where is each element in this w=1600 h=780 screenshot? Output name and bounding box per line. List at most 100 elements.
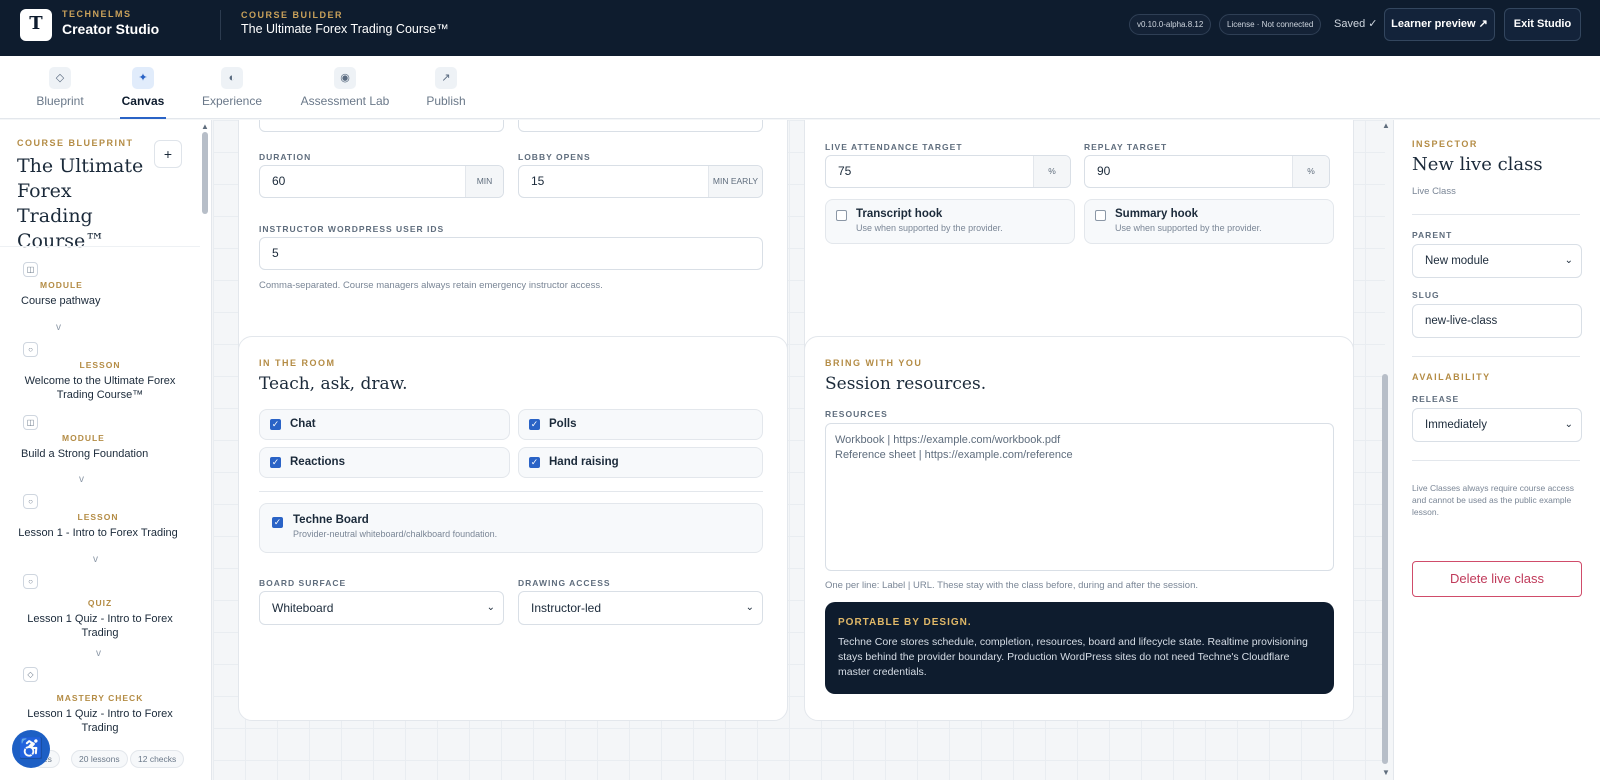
chat-label: Chat [290,418,316,430]
version-badge: v0.10.0-alpha.8.12 [1129,14,1212,35]
inspector-eyebrow: INSPECTOR [1412,139,1478,149]
chat-option[interactable]: ✓ Chat [259,409,510,440]
learner-preview-button[interactable]: Learner preview ↗ [1384,8,1495,41]
sidebar-scrollbar[interactable] [202,132,208,214]
tab-publish[interactable]: ↗ Publish [424,56,468,119]
saved-status: Saved ✓ [1334,18,1378,30]
reactions-checkbox[interactable]: ✓ [270,457,281,468]
duration-label: DURATION [259,152,312,162]
resources-textarea[interactable]: Workbook | https://example.com/workbook.… [825,423,1334,571]
chevron-down-icon[interactable]: v [93,554,98,565]
sidebar-item-course-pathway[interactable]: MODULE Course pathway [21,280,181,308]
item-name: Lesson 1 Quiz - Intro to Forex Trading [27,613,173,639]
lobby-opens-input[interactable]: 15 MIN EARLY [518,165,763,198]
module-icon: ◫ [23,262,38,277]
techne-board-option[interactable]: ✓ Techne Board Provider-neutral whiteboa… [259,503,763,553]
add-item-button[interactable]: + [154,140,182,168]
tab-assessment-lab[interactable]: ◉ Assessment Lab [300,56,390,119]
instructor-ids-input[interactable]: 5 [259,237,763,270]
arrow-up-right-icon: ↗ [435,67,457,89]
logo-icon: T [20,9,52,41]
divider [259,491,763,492]
license-badge[interactable]: License · Not connected [1219,14,1322,35]
sidebar-item-mastery-check[interactable]: MASTERY CHECK Lesson 1 Quiz - Intro to F… [20,693,180,735]
tab-label: Blueprint [36,94,84,108]
live-target-label: LIVE ATTENDANCE TARGET [825,142,963,152]
sidebar-item-foundation[interactable]: MODULE Build a Strong Foundation [21,433,181,461]
duration-input[interactable]: 60 MIN [259,165,504,198]
canvas-area: DURATION 60 MIN LOBBY OPENS 15 MIN EARLY… [213,120,1385,780]
polls-checkbox[interactable]: ✓ [529,419,540,430]
half-circle-icon: ◐ [221,67,243,89]
stat-badge: 12 checks [130,750,185,768]
slug-input[interactable]: new-live-class [1412,304,1582,338]
chevron-down-icon[interactable]: v [96,648,101,659]
divider [1412,214,1580,215]
polls-option[interactable]: ✓ Polls [518,409,763,440]
drawing-access-value: Instructor-led [531,601,602,615]
diamond-icon: ◇ [49,67,71,89]
in-the-room-card: IN THE ROOM Teach, ask, draw. ✓ Chat ✓ P… [238,336,788,721]
release-select[interactable]: Immediately ⌄ [1412,408,1582,442]
sidebar-item-lesson-1-quiz[interactable]: QUIZ Lesson 1 Quiz - Intro to Forex Trad… [20,598,180,640]
brand-eyebrow: TECHNELMS [62,9,132,19]
summary-hook-sub: Use when supported by the provider. [1115,223,1262,233]
parent-select[interactable]: New module ⌄ [1412,244,1582,278]
transcript-hook-option[interactable]: Transcript hook Use when supported by th… [825,199,1075,244]
field-above[interactable] [518,120,763,132]
parent-value: New module [1425,255,1489,267]
callout-body: Techne Core stores schedule, completion,… [838,636,1308,678]
drawing-access-select[interactable]: Instructor-led ⌄ [518,591,763,625]
reactions-option[interactable]: ✓ Reactions [259,447,510,478]
board-surface-select[interactable]: Whiteboard ⌄ [259,591,504,625]
duration-unit: MIN [465,166,503,197]
tab-experience[interactable]: ◐ Experience [200,56,264,119]
chevron-down-icon[interactable]: v [56,322,61,333]
accessibility-icon[interactable]: ♿ [12,730,50,768]
item-name: Course pathway [21,295,101,307]
replay-target-input[interactable]: 90 % [1084,155,1330,188]
transcript-hook-sub: Use when supported by the provider. [856,223,1003,233]
transcript-hook-title: Transcript hook [856,208,943,220]
transcript-hook-checkbox[interactable] [836,210,847,221]
delete-live-class-button[interactable]: Delete live class [1412,561,1582,597]
chat-checkbox[interactable]: ✓ [270,419,281,430]
summary-hook-checkbox[interactable] [1095,210,1106,221]
live-target-input[interactable]: 75 % [825,155,1071,188]
item-name: Lesson 1 Quiz - Intro to Forex Trading [27,708,173,734]
sidebar-item-lesson-1[interactable]: LESSON Lesson 1 - Intro to Forex Trading [18,512,178,540]
callout-title: PORTABLE BY DESIGN. [838,617,972,628]
chevron-down-icon: ⌄ [486,602,495,613]
chevron-down-icon[interactable]: v [79,474,84,485]
instructor-ids-label: INSTRUCTOR WORDPRESS USER IDS [259,224,445,234]
scroll-down-icon[interactable]: ▼ [1382,768,1390,777]
hand-raising-checkbox[interactable]: ✓ [529,457,540,468]
resources-heading: Session resources. [825,374,987,394]
scroll-up-icon[interactable]: ▲ [1382,121,1390,130]
exit-studio-button[interactable]: Exit Studio [1504,8,1581,41]
techne-board-checkbox[interactable]: ✓ [272,517,283,528]
lobby-opens-label: LOBBY OPENS [518,152,591,162]
course-builder-label: COURSE BUILDER [241,10,344,20]
summary-hook-option[interactable]: Summary hook Use when supported by the p… [1084,199,1334,244]
item-kind: MODULE [40,280,83,290]
field-above[interactable] [259,120,504,132]
reactions-label: Reactions [290,456,345,468]
sparkle-icon: ✦ [132,67,154,89]
divider [1412,460,1580,461]
release-label: RELEASE [1412,394,1460,404]
item-kind: QUIZ [87,598,113,608]
percent-unit: % [1292,156,1329,187]
inspector-subtitle: Live Class [1412,186,1456,197]
canvas-scrollbar[interactable] [1382,374,1388,764]
availability-heading: AVAILABILITY [1412,372,1491,382]
scroll-up-icon[interactable]: ▲ [201,122,209,131]
percent-unit: % [1033,156,1070,187]
hand-raising-option[interactable]: ✓ Hand raising [518,447,763,478]
tab-canvas[interactable]: ✦ Canvas [120,56,166,119]
item-name: Welcome to the Ultimate Forex Trading Co… [24,375,176,401]
sidebar-item-welcome[interactable]: LESSON Welcome to the Ultimate Forex Tra… [20,360,180,402]
tab-blueprint[interactable]: ◇ Blueprint [34,56,86,119]
lobby-value: 15 [531,174,545,188]
board-surface-label: BOARD SURFACE [259,578,347,588]
